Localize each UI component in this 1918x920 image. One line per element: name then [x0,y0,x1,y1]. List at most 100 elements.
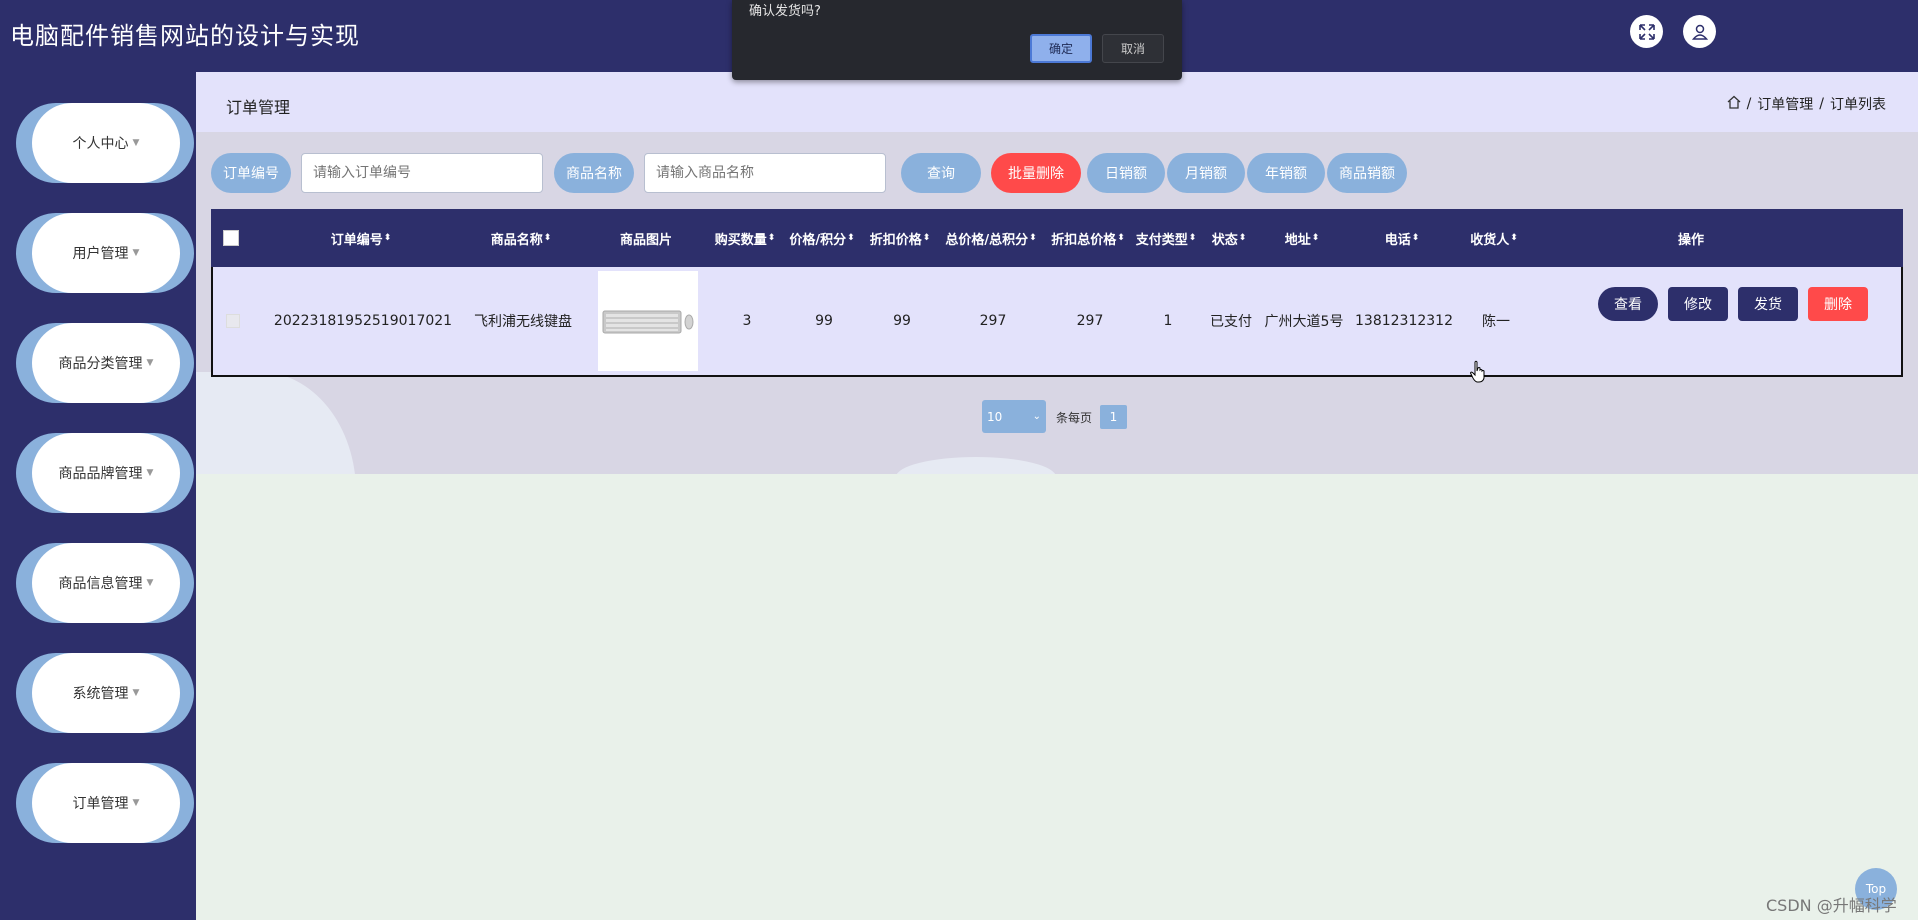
cell-address: 广州大道5号 [1264,314,1344,330]
product-sales-button[interactable]: 商品销额 [1327,153,1407,193]
ship-button[interactable]: 发货 [1738,287,1798,321]
yearly-sales-button[interactable]: 年销额 [1247,153,1325,193]
order-no-label: 订单编号 [211,153,291,193]
product-name-input[interactable] [644,153,886,193]
menu-pill: 系统管理 ▼ [32,653,180,733]
column-header[interactable]: 支付类型 ⬍ [1131,209,1201,267]
delete-button[interactable]: 删除 [1808,287,1868,321]
sort-icon: ⬍ [1188,233,1197,243]
sort-icon: ⬍ [922,233,931,243]
daily-sales-button[interactable]: 日销额 [1087,153,1165,193]
cell-total: 297 [979,313,1007,329]
per-page-label: 条每页 [1056,411,1093,425]
caret-down-icon: ▼ [146,358,154,368]
column-header: 商品图片 [619,232,672,248]
view-button[interactable]: 查看 [1598,287,1658,321]
menu-pill: 商品分类管理 ▼ [32,323,180,403]
page-number[interactable]: 1 [1100,405,1127,429]
confirm-dialog: 确认发货吗? 确定 取消 [732,0,1182,80]
menu-pill: 商品信息管理 ▼ [32,543,180,623]
sort-icon: ⬍ [767,233,776,243]
column-header[interactable]: 购买数量 ⬍ [711,209,779,267]
cell-status: 已支付 [1210,314,1252,330]
column-header[interactable]: 状态 ⬍ [1201,209,1257,267]
menu-pill: 用户管理 ▼ [32,213,180,293]
column-header[interactable]: 折扣价格 ⬍ [863,209,937,267]
cell-order-no: 20223181952519017021 [273,313,453,329]
caret-down-icon: ▼ [146,578,154,588]
cell-product-image[interactable] [597,267,699,375]
cell-discount-total: 297 [1076,313,1104,329]
table-header: 订单编号 ⬍ 商品名称 ⬍ 商品图片 购买数量 ⬍ 价格/积分 ⬍ 折扣价格 ⬍ 总价格/… [211,209,1903,267]
query-button[interactable]: 查询 [901,153,981,193]
sort-icon: ⬍ [847,233,855,243]
sidebar-item-brand[interactable]: 商品品牌管理 ▼ [16,433,194,513]
home-icon[interactable] [1727,95,1741,113]
edit-button[interactable]: 修改 [1668,287,1728,321]
page-size-select[interactable]: 10 ⌄ [982,400,1046,433]
sidebar-item-system[interactable]: 系统管理 ▼ [16,653,194,733]
sidebar-item-label: 个人中心 [72,136,129,152]
sort-icon: ⬍ [1510,233,1518,243]
cell-discount-price: 99 [893,313,911,329]
sort-icon: ⬍ [543,233,552,243]
row-checkbox[interactable] [213,267,253,375]
sidebar-item-label: 商品分类管理 [58,356,143,372]
watermark: CSDN @升幅科学 [1766,896,1897,915]
column-header[interactable]: 商品名称 ⬍ [451,209,591,267]
sidebar-item-category[interactable]: 商品分类管理 ▼ [16,323,194,403]
caret-down-icon: ▼ [132,248,140,258]
page-title: 订单管理 [226,98,291,117]
caret-down-icon: ▼ [132,138,140,148]
breadcrumb-bar: 订单管理 / 订单管理 / 订单列表 [196,72,1918,132]
column-header: 操作 [1677,232,1704,248]
sidebar-item-label: 商品品牌管理 [58,466,143,482]
menu-pill: 订单管理 ▼ [32,763,180,843]
sort-icon: ⬍ [1238,233,1247,243]
expand-icon[interactable] [1630,15,1663,48]
menu-pill: 商品品牌管理 ▼ [32,433,180,513]
keyboard-image [598,271,698,371]
decorative-shape [196,372,356,474]
confirm-cancel-button[interactable]: 取消 [1102,34,1164,63]
column-header[interactable]: 地址 ⬍ [1257,209,1347,267]
caret-down-icon: ▼ [146,468,154,478]
cell-qty: 3 [742,313,752,329]
sort-icon: ⬍ [1029,233,1037,243]
column-header[interactable]: 总价格/总积分 ⬍ [939,209,1043,267]
column-header[interactable]: 电话 ⬍ [1347,209,1457,267]
sidebar-item-label: 用户管理 [72,246,129,262]
product-name-label: 商品名称 [554,153,634,193]
sidebar-item-personal-center[interactable]: 个人中心 ▼ [16,103,194,183]
table-row: 20223181952519017021 飞利浦无线键盘 3 99 99 297 [211,267,1903,377]
sort-icon: ⬍ [383,233,392,243]
sidebar-item-label: 商品信息管理 [58,576,143,592]
select-all-checkbox[interactable] [211,209,251,267]
column-header[interactable]: 订单编号 ⬍ [271,209,451,267]
column-header[interactable]: 收货人 ⬍ [1459,209,1529,267]
sort-icon: ⬍ [1117,233,1125,243]
breadcrumb: / 订单管理 / 订单列表 [1727,94,1886,114]
cell-pay-type: 1 [1163,313,1173,329]
breadcrumb-item[interactable]: 订单管理 [1757,94,1813,114]
monthly-sales-button[interactable]: 月销额 [1167,153,1245,193]
breadcrumb-item: 订单列表 [1830,97,1886,113]
decorative-shape [896,457,1056,474]
confirm-ok-button[interactable]: 确定 [1030,34,1092,63]
sidebar-item-label: 系统管理 [72,686,129,702]
batch-delete-button[interactable]: 批量删除 [991,153,1081,193]
sidebar-item-orders[interactable]: 订单管理 ▼ [16,763,194,843]
column-header[interactable]: 价格/积分 ⬍ [781,209,863,267]
sidebar-item-label: 订单管理 [72,796,129,812]
order-no-input[interactable] [301,153,543,193]
sidebar-item-product-info[interactable]: 商品信息管理 ▼ [16,543,194,623]
sidebar-item-users[interactable]: 用户管理 ▼ [16,213,194,293]
hand-cursor-icon [1469,360,1487,388]
cell-product: 飞利浦无线键盘 [474,314,572,330]
site-title: 电脑配件销售网站的设计与实现 [10,22,360,50]
caret-down-icon: ▼ [132,688,140,698]
cell-price: 99 [815,313,833,329]
column-header[interactable]: 折扣总价格 ⬍ [1045,209,1131,267]
user-icon[interactable] [1683,15,1716,48]
caret-down-icon: ▼ [132,798,140,808]
